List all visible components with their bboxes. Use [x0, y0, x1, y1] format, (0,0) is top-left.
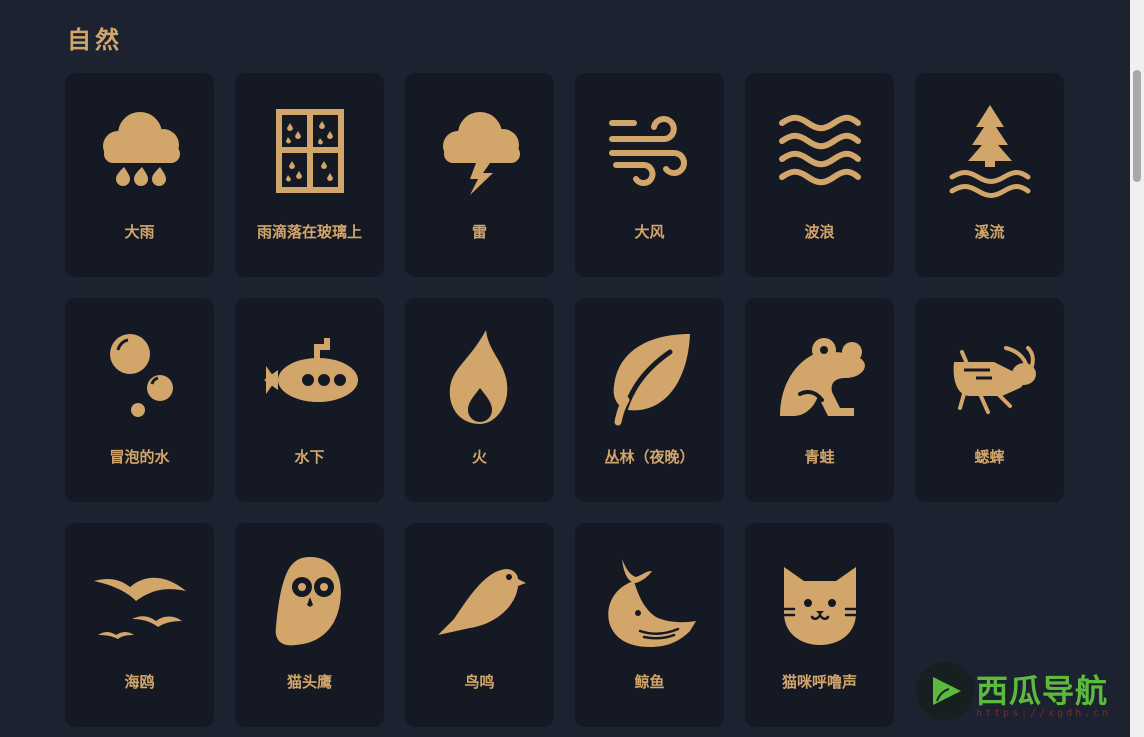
bubbles-icon: [89, 316, 190, 436]
sound-card-rain-on-window[interactable]: 雨滴落在玻璃上: [235, 73, 384, 277]
sound-label: 大风: [634, 223, 665, 241]
rain-on-window-icon: [259, 91, 360, 211]
sound-card-owl[interactable]: 猫头鹰: [235, 523, 384, 727]
sound-label: 蟋蟀: [974, 448, 1005, 466]
cricket-icon: [939, 316, 1040, 436]
fire-icon: [429, 316, 530, 436]
sound-label: 猫咪呼噜声: [781, 673, 857, 691]
sound-label: 水下: [294, 448, 325, 466]
seagulls-icon: [89, 541, 190, 661]
sound-card-stream[interactable]: 溪流: [915, 73, 1064, 277]
sound-card-underwater[interactable]: 水下: [235, 298, 384, 502]
frog-icon: [769, 316, 870, 436]
whale-icon: [599, 541, 700, 661]
sound-label: 溪流: [974, 223, 1005, 241]
scrollbar-thumb[interactable]: [1133, 70, 1141, 182]
sound-card-frog[interactable]: 青蛙: [745, 298, 894, 502]
submarine-icon: [259, 316, 360, 436]
sound-label: 大雨: [124, 223, 155, 241]
owl-icon: [259, 541, 360, 661]
sound-card-jungle-night[interactable]: 丛林（夜晚）: [575, 298, 724, 502]
leaf-icon: [599, 316, 700, 436]
section-title: 自然: [67, 26, 123, 54]
sound-card-birdsong[interactable]: 鸟鸣: [405, 523, 554, 727]
sound-label: 火: [471, 448, 487, 466]
waves-icon: [769, 91, 870, 211]
play-logo-icon: [916, 662, 974, 720]
sound-label: 雷: [471, 223, 487, 241]
vertical-scrollbar[interactable]: [1130, 0, 1144, 737]
wind-icon: [599, 91, 700, 211]
sound-label: 波浪: [804, 223, 835, 241]
watermark: 西瓜导航 https://xgdh.cn: [916, 662, 1130, 722]
sound-label: 海鸥: [124, 673, 155, 691]
sound-card-seagulls[interactable]: 海鸥: [65, 523, 214, 727]
sound-label: 青蛙: [804, 448, 835, 466]
sound-label: 丛林（夜晚）: [604, 448, 695, 466]
sound-card-cricket[interactable]: 蟋蟀: [915, 298, 1064, 502]
sound-card-bubbles[interactable]: 冒泡的水: [65, 298, 214, 502]
sound-label: 鲸鱼: [634, 673, 665, 691]
sound-card-cat-purring[interactable]: 猫咪呼噜声: [745, 523, 894, 727]
sound-card-fire[interactable]: 火: [405, 298, 554, 502]
sound-label: 冒泡的水: [109, 448, 170, 466]
sound-card-heavy-rain[interactable]: 大雨: [65, 73, 214, 277]
thunder-icon: [429, 91, 530, 211]
sound-card-waves[interactable]: 波浪: [745, 73, 894, 277]
cat-icon: [769, 541, 870, 661]
stream-icon: [939, 91, 1040, 211]
watermark-brand: 西瓜导航: [976, 672, 1109, 710]
sound-label: 雨滴落在玻璃上: [256, 223, 362, 241]
sound-card-whale[interactable]: 鲸鱼: [575, 523, 724, 727]
heavy-rain-icon: [89, 91, 190, 211]
sound-label: 鸟鸣: [464, 673, 495, 691]
bird-icon: [429, 541, 530, 661]
sound-card-wind[interactable]: 大风: [575, 73, 724, 277]
sound-label: 猫头鹰: [286, 673, 332, 691]
watermark-url: https://xgdh.cn: [976, 708, 1112, 719]
sound-card-thunder[interactable]: 雷: [405, 73, 554, 277]
